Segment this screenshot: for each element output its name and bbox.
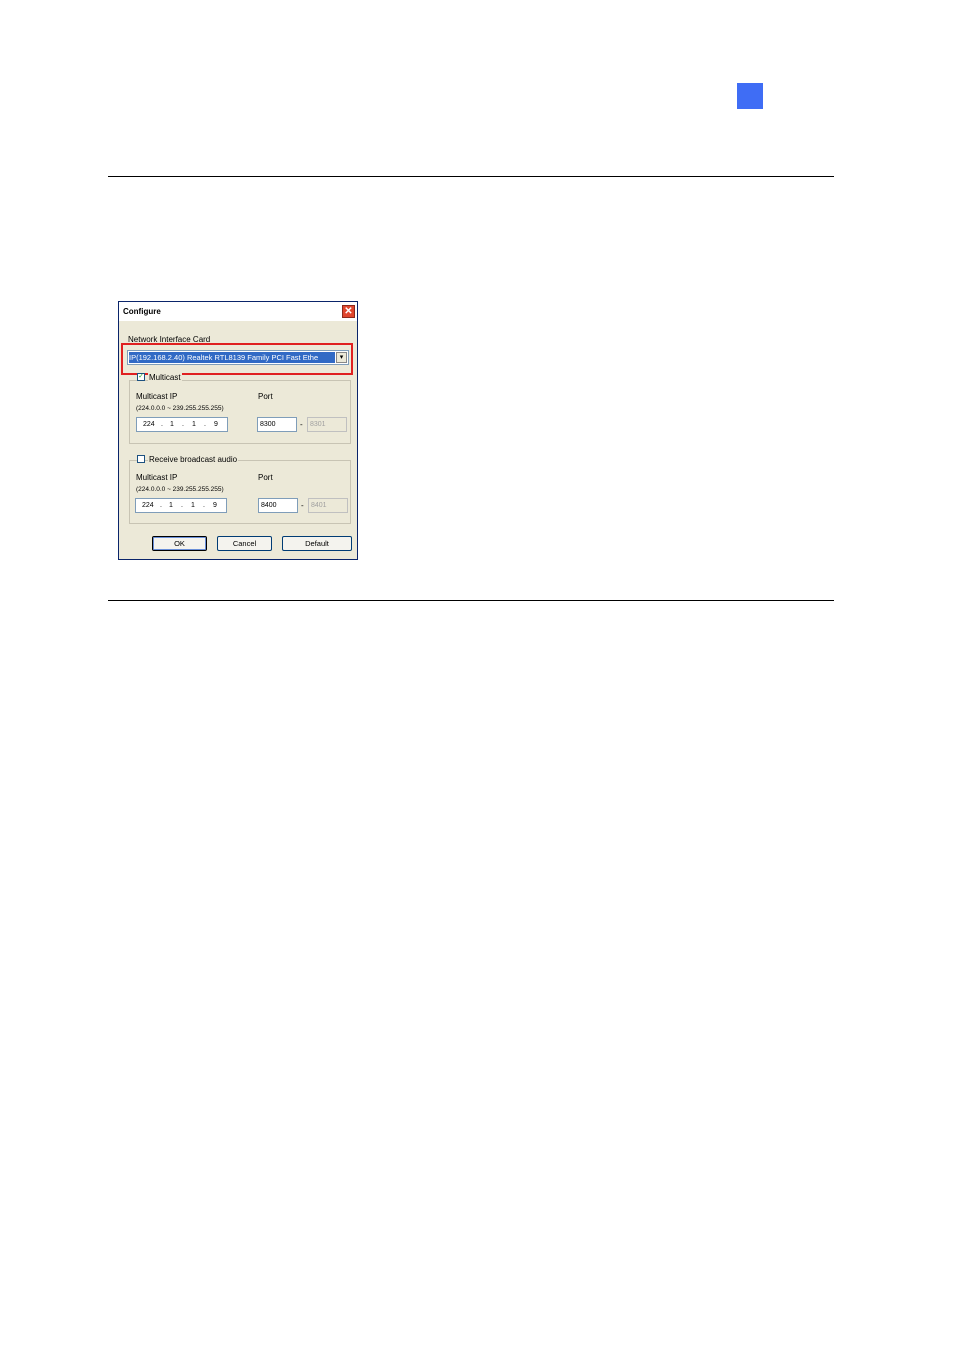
multicast-ip-range: (224.0.0.0 ~ 239.255.255.255) bbox=[136, 405, 224, 412]
audio-port-start-input[interactable]: 8400 bbox=[258, 498, 298, 513]
ip-octet-4[interactable]: 9 bbox=[214, 418, 218, 431]
dialog-titlebar: Configure ✕ bbox=[119, 302, 357, 321]
audio-port-end-input: 8401 bbox=[308, 498, 348, 513]
close-icon[interactable]: ✕ bbox=[342, 305, 355, 318]
ip-dot: . bbox=[181, 502, 183, 509]
ip-dot: . bbox=[204, 421, 206, 428]
audio-port-range-dash: - bbox=[301, 501, 304, 510]
audio-port-label: Port bbox=[258, 473, 273, 482]
ip-dot: . bbox=[182, 421, 184, 428]
multicast-checkbox-label: Multicast bbox=[148, 373, 182, 382]
ip-octet-3[interactable]: 1 bbox=[191, 499, 195, 512]
cancel-button[interactable]: Cancel bbox=[217, 536, 272, 551]
ip-octet-2[interactable]: 1 bbox=[170, 418, 174, 431]
ip-octet-1[interactable]: 224 bbox=[142, 499, 154, 512]
ip-dot: . bbox=[203, 502, 205, 509]
ip-dot: . bbox=[160, 502, 162, 509]
default-button[interactable]: Default bbox=[282, 536, 352, 551]
audio-ip-range: (224.0.0.0 ~ 239.255.255.255) bbox=[136, 486, 224, 493]
audio-multicast-ip-label: Multicast IP bbox=[136, 473, 178, 482]
multicast-checkbox[interactable]: ✓ bbox=[137, 373, 145, 381]
multicast-ip-field[interactable]: 224 . 1 . 1 . 9 bbox=[136, 417, 228, 432]
broadcast-audio-label: Receive broadcast audio bbox=[148, 455, 239, 464]
nic-highlight-frame bbox=[121, 343, 353, 375]
port-start-input[interactable]: 8300 bbox=[257, 417, 297, 432]
page-marker bbox=[737, 83, 763, 109]
ok-button[interactable]: OK bbox=[152, 536, 207, 551]
configure-dialog: Configure ✕ Network Interface Card IP(19… bbox=[118, 301, 358, 560]
ip-dot: . bbox=[161, 421, 163, 428]
top-divider bbox=[108, 176, 834, 177]
ip-octet-4[interactable]: 9 bbox=[213, 499, 217, 512]
ip-octet-2[interactable]: 1 bbox=[169, 499, 173, 512]
multicast-group bbox=[129, 380, 351, 444]
port-label: Port bbox=[258, 392, 273, 401]
port-end-input: 8301 bbox=[307, 417, 347, 432]
bottom-divider bbox=[108, 600, 834, 601]
ip-octet-1[interactable]: 224 bbox=[143, 418, 155, 431]
dialog-title: Configure bbox=[123, 307, 161, 316]
multicast-ip-label: Multicast IP bbox=[136, 392, 178, 401]
audio-multicast-ip-field[interactable]: 224 . 1 . 1 . 9 bbox=[135, 498, 227, 513]
port-range-dash: - bbox=[300, 420, 303, 429]
broadcast-audio-checkbox[interactable] bbox=[137, 455, 145, 463]
ip-octet-3[interactable]: 1 bbox=[192, 418, 196, 431]
